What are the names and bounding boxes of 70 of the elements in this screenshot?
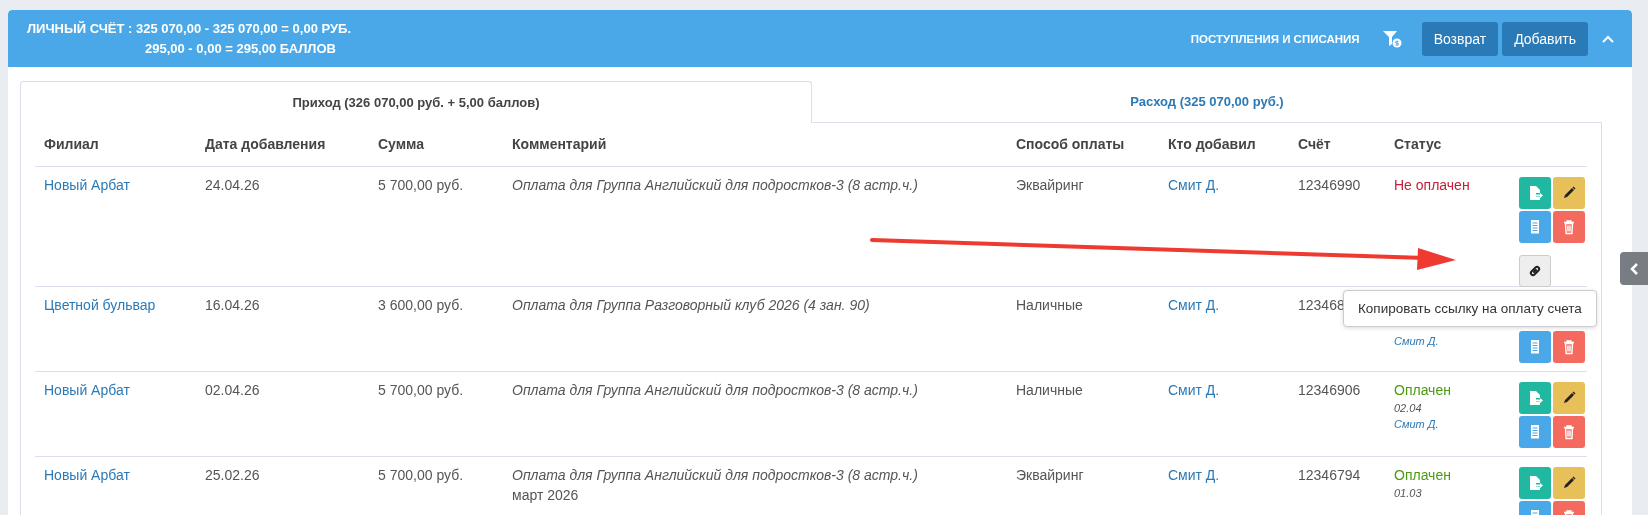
chevron-left-icon	[1629, 261, 1639, 276]
comment-text: Оплата для Группа Английский для подростков-3 (8 астр.ч.)	[512, 177, 918, 193]
author-link[interactable]: Смит Д.	[1159, 382, 1289, 456]
column-header: Сумма	[377, 136, 426, 154]
column-header: Счёт	[1297, 136, 1332, 154]
paid-by-link[interactable]: Смит Д.	[1394, 335, 1439, 347]
column-header: Филиал	[43, 136, 100, 154]
filter-icon[interactable]	[1381, 29, 1402, 48]
document-arrow-icon	[1527, 390, 1543, 406]
link-icon	[1527, 263, 1543, 279]
invoice-number: 12346906	[1297, 382, 1362, 400]
column-header: Статус	[1393, 136, 1443, 154]
header-button[interactable]: Добавить	[1502, 21, 1588, 56]
payment-method: Эквайринг	[1015, 467, 1085, 485]
comment-note: март 2026	[512, 487, 579, 503]
date-cell-text: 02.04.26	[204, 382, 261, 400]
edit-button[interactable]	[1553, 177, 1585, 209]
amount-cell-text: 3 600,00 руб.	[377, 297, 465, 315]
receipt-button[interactable]	[1519, 331, 1551, 363]
payment-method: Наличные	[1015, 382, 1084, 400]
branch-link[interactable]: Новый Арбат	[35, 177, 196, 287]
tooltip: Копировать ссылку на оплату счета	[1343, 290, 1597, 327]
comment-text: Оплата для Группа Английский для подростков-3 (8 астр.ч.)	[512, 382, 918, 398]
author-link[interactable]: Смит Д.	[1159, 467, 1289, 515]
pencil-icon	[1561, 185, 1577, 201]
branch-link[interactable]: Новый Арбат	[35, 382, 196, 456]
filter-label: ПОСТУПЛЕНИЯ И СПИСАНИЯ	[1190, 32, 1360, 45]
date-cell-text: 16.04.26	[204, 297, 261, 315]
edit-button[interactable]	[1553, 467, 1585, 499]
tab[interactable]: Приход (326 070,00 руб. + 5,00 баллов)	[20, 81, 812, 123]
amount-cell-text: 5 700,00 руб.	[377, 467, 465, 485]
collapse-icon[interactable]	[1602, 34, 1614, 43]
trash-icon	[1561, 424, 1577, 440]
document-arrow-icon	[1527, 185, 1543, 201]
pencil-icon	[1561, 475, 1577, 491]
payment-method: Эквайринг	[1015, 177, 1085, 195]
comment-text: Оплата для Группа Разговорный клуб 2026 (4 зан. 90)	[512, 297, 870, 313]
balance-title: ЛИЧНЫЙ СЧЁТ : 325 070,00 - 325 070,00 = 0,00 РУБ.	[27, 21, 351, 36]
comment-text: Оплата для Группа Английский для подростков-3 (8 астр.ч.)	[512, 467, 918, 483]
author-link[interactable]: Смит Д.	[1159, 297, 1289, 371]
invoice-number: 12346990	[1297, 177, 1362, 195]
status-text: Оплачен	[1394, 467, 1451, 483]
amount-cell-text: 5 700,00 руб.	[377, 177, 465, 195]
paid-by-link[interactable]: Смит Д.	[1394, 418, 1439, 430]
header-button[interactable]: Возврат	[1421, 21, 1499, 56]
points-balance: 295,00 - 0,00 = 295,00 БАЛЛОВ	[144, 41, 337, 56]
delete-button[interactable]	[1553, 331, 1585, 363]
column-header: Способ оплаты	[1015, 136, 1126, 154]
status-text: Оплачен	[1394, 382, 1451, 398]
column-header: Кто добавил	[1167, 136, 1257, 154]
edit-button[interactable]	[1553, 382, 1585, 414]
status-text: Не оплачен	[1394, 177, 1470, 193]
amount-cell-text: 5 700,00 руб.	[377, 382, 465, 400]
side-panel-handle[interactable]	[1620, 252, 1648, 285]
date-cell-text: 25.02.26	[204, 467, 261, 485]
copy-link-button[interactable]	[1519, 255, 1551, 287]
trash-icon	[1561, 339, 1577, 355]
paid-date: 01.03	[1394, 487, 1422, 499]
branch-link[interactable]: Новый Арбат	[35, 467, 196, 515]
column-header: Дата добавления	[204, 136, 327, 154]
pencil-icon	[1561, 390, 1577, 406]
invoice-number: 12346794	[1297, 467, 1362, 485]
column-header: Комментарий	[511, 136, 608, 154]
paid-date: 02.04	[1394, 402, 1422, 414]
date-cell-text: 24.04.26	[204, 177, 261, 195]
trash-icon	[1561, 219, 1577, 235]
author-link[interactable]: Смит Д.	[1159, 177, 1289, 287]
branch-link[interactable]: Цветной бульвар	[35, 297, 196, 371]
payment-method: Наличные	[1015, 297, 1084, 315]
document-arrow-icon	[1527, 475, 1543, 491]
